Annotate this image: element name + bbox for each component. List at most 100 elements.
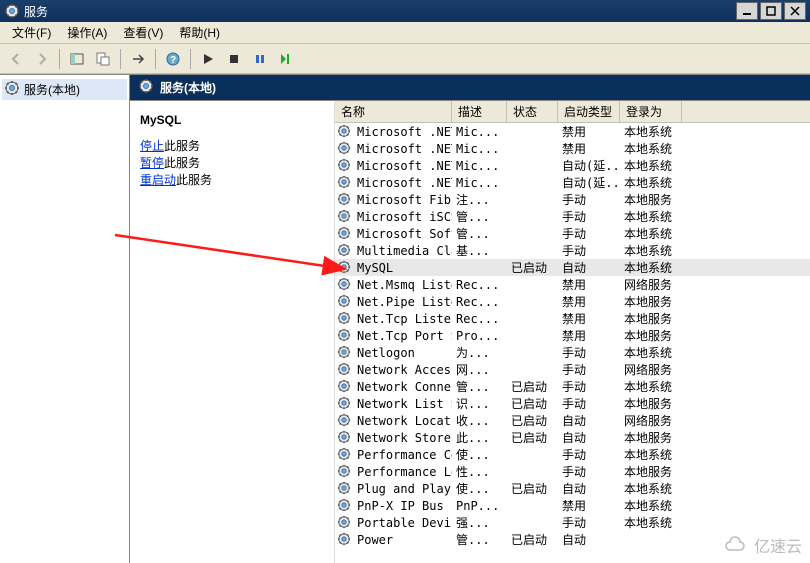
service-row[interactable]: Netlogon为...手动本地系统 (335, 344, 810, 361)
cell-startup: 手动 (558, 446, 620, 463)
cell-name: MySQL (353, 261, 452, 275)
gear-icon (337, 192, 353, 208)
service-row[interactable]: Network Store ...此...已启动自动本地服务 (335, 429, 810, 446)
service-row[interactable]: Network Locati...收...已启动自动网络服务 (335, 412, 810, 429)
service-row[interactable]: Microsoft .NET...Mic...自动(延...本地系统 (335, 174, 810, 191)
cell-startup: 手动 (558, 395, 620, 412)
task-pause-line: 暂停此服务 (140, 154, 324, 171)
menu-file[interactable]: 文件(F) (4, 22, 59, 43)
cell-startup: 禁用 (558, 123, 620, 140)
back-button[interactable] (4, 47, 28, 71)
cell-startup: 手动 (558, 463, 620, 480)
show-hide-tree-button[interactable] (65, 47, 89, 71)
separator (190, 49, 191, 69)
service-row[interactable]: Microsoft .NET...Mic...禁用本地系统 (335, 123, 810, 140)
cell-logon: 本地系统 (620, 344, 682, 361)
restart-service-link[interactable]: 重启动 (140, 171, 176, 189)
cell-logon: 本地系统 (620, 378, 682, 395)
cell-startup: 手动 (558, 514, 620, 531)
service-row[interactable]: PnP-X IP Bus E...PnP...禁用本地系统 (335, 497, 810, 514)
cell-desc: Rec... (452, 295, 507, 309)
pause-service-button[interactable] (248, 47, 272, 71)
cell-status: 已启动 (507, 531, 558, 548)
service-row[interactable]: Microsoft iSCS...管...手动本地系统 (335, 208, 810, 225)
forward-button[interactable] (30, 47, 54, 71)
cell-desc: 此... (452, 429, 507, 446)
cell-logon: 本地系统 (620, 480, 682, 497)
gear-icon (337, 532, 353, 548)
service-row[interactable]: Portable Devic...强...手动本地系统 (335, 514, 810, 531)
cell-name: PnP-X IP Bus E... (353, 499, 452, 513)
cell-desc: Mic... (452, 125, 507, 139)
service-row[interactable]: Microsoft .NET...Mic...禁用本地系统 (335, 140, 810, 157)
service-row[interactable]: Net.Msmq Liste...Rec...禁用网络服务 (335, 276, 810, 293)
properties-button[interactable] (91, 47, 115, 71)
toolbar: ? (0, 44, 810, 74)
close-button[interactable] (784, 2, 806, 20)
cell-name: Network Locati... (353, 414, 452, 428)
minimize-button[interactable] (736, 2, 758, 20)
service-row[interactable]: Network Connec...管...已启动手动本地系统 (335, 378, 810, 395)
content-header: 服务(本地) (130, 75, 810, 101)
gear-icon (337, 141, 353, 157)
cell-startup: 自动 (558, 531, 620, 548)
restart-service-button[interactable] (274, 47, 298, 71)
cell-logon: 本地服务 (620, 327, 682, 344)
cell-desc: 收... (452, 412, 507, 429)
stop-service-link[interactable]: 停止 (140, 137, 164, 155)
help-button[interactable]: ? (161, 47, 185, 71)
service-row[interactable]: Multimedia Cla...基...手动本地系统 (335, 242, 810, 259)
service-row[interactable]: Power管...已启动自动 (335, 531, 810, 548)
service-row[interactable]: Performance Co...使...手动本地系统 (335, 446, 810, 463)
cell-desc: 为... (452, 344, 507, 361)
gear-icon (337, 447, 353, 463)
separator (155, 49, 156, 69)
cell-startup: 禁用 (558, 293, 620, 310)
menu-view[interactable]: 查看(V) (115, 22, 171, 43)
cell-startup: 手动 (558, 242, 620, 259)
service-row[interactable]: Microsoft Fibr...注...手动本地服务 (335, 191, 810, 208)
separator (120, 49, 121, 69)
gear-icon (337, 277, 353, 293)
cell-logon: 本地服务 (620, 395, 682, 412)
cell-startup: 自动 (558, 429, 620, 446)
cell-startup: 手动 (558, 191, 620, 208)
service-row[interactable]: Network Access...网...手动网络服务 (335, 361, 810, 378)
gear-icon (337, 294, 353, 310)
col-desc[interactable]: 描述 (452, 101, 507, 122)
pause-service-link[interactable]: 暂停 (140, 154, 164, 172)
service-row[interactable]: Net.Pipe Liste...Rec...禁用本地服务 (335, 293, 810, 310)
cell-desc: Rec... (452, 278, 507, 292)
stop-service-button[interactable] (222, 47, 246, 71)
cell-logon: 本地系统 (620, 157, 682, 174)
col-startup[interactable]: 启动类型 (558, 101, 620, 122)
service-row[interactable]: Plug and Play使...已启动自动本地系统 (335, 480, 810, 497)
service-row[interactable]: Microsoft .NET...Mic...自动(延...本地系统 (335, 157, 810, 174)
cell-name: Plug and Play (353, 482, 452, 496)
col-name[interactable]: 名称 (335, 101, 452, 122)
tree-root-services[interactable]: 服务(本地) (2, 79, 127, 100)
col-status[interactable]: 状态 (507, 101, 558, 122)
service-row[interactable]: Performance Lo...性...手动本地服务 (335, 463, 810, 480)
cell-desc: Rec... (452, 312, 507, 326)
cell-desc: 识... (452, 395, 507, 412)
gear-icon (337, 515, 353, 531)
service-row[interactable]: MySQL已启动自动本地系统 (335, 259, 810, 276)
start-service-button[interactable] (196, 47, 220, 71)
list-rows[interactable]: Microsoft .NET...Mic...禁用本地系统Microsoft .… (335, 123, 810, 563)
cell-name: Microsoft .NET... (353, 142, 452, 156)
menu-action[interactable]: 操作(A) (59, 22, 115, 43)
export-button[interactable] (126, 47, 150, 71)
menu-help[interactable]: 帮助(H) (171, 22, 228, 43)
gear-icon (337, 311, 353, 327)
service-row[interactable]: Network List S...识...已启动手动本地服务 (335, 395, 810, 412)
service-row[interactable]: Net.Tcp Port S...Pro...禁用本地服务 (335, 327, 810, 344)
cell-logon: 本地服务 (620, 293, 682, 310)
gear-icon (337, 413, 353, 429)
cell-name: Net.Msmq Liste... (353, 278, 452, 292)
maximize-button[interactable] (760, 2, 782, 20)
col-logon[interactable]: 登录为 (620, 101, 682, 122)
service-row[interactable]: Net.Tcp Listen...Rec...禁用本地服务 (335, 310, 810, 327)
cell-name: Power (353, 533, 452, 547)
service-row[interactable]: Microsoft Soft...管...手动本地系统 (335, 225, 810, 242)
